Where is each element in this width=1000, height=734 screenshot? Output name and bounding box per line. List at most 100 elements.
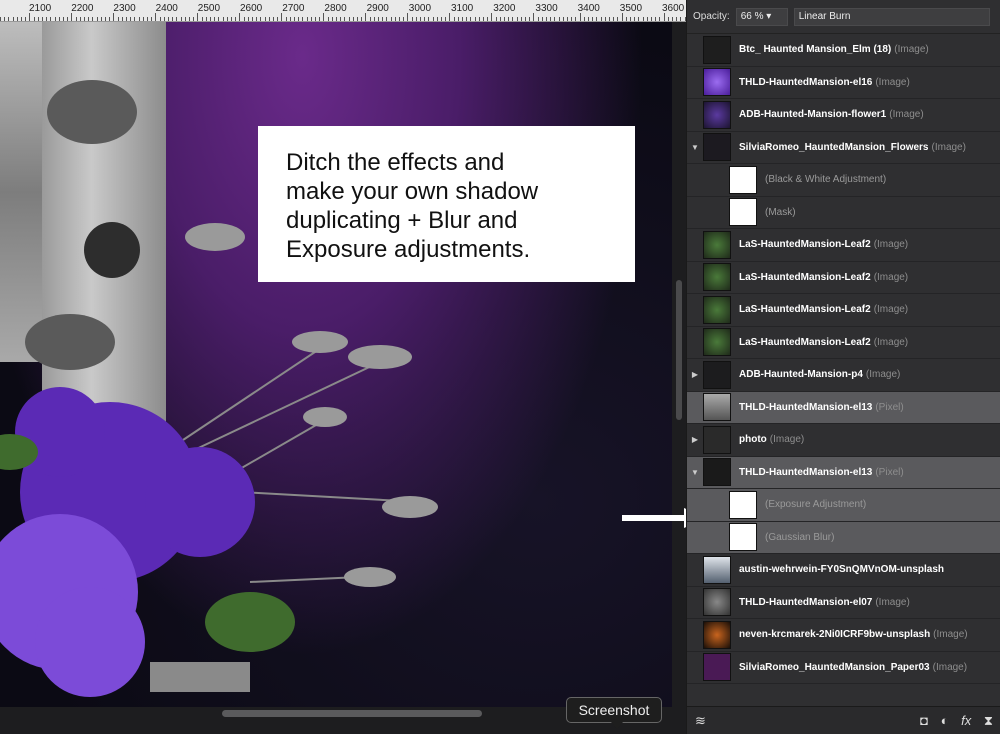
layer-row[interactable]: LaS-HauntedMansion-Leaf2 (Image) xyxy=(687,229,1000,262)
layer-row[interactable]: ▶ photo (Image) xyxy=(687,424,1000,457)
ruler-tick xyxy=(453,17,455,21)
layer-row[interactable]: THLD-HauntedMansion-el16 (Image) xyxy=(687,67,1000,99)
layer-name: LaS-HauntedMansion-Leaf2 (Image) xyxy=(739,272,908,283)
expand-toggle-icon[interactable]: ▶ xyxy=(687,435,703,444)
layer-row[interactable]: LaS-HauntedMansion-Leaf2 (Image) xyxy=(687,262,1000,294)
ruler-tick xyxy=(357,17,358,21)
layer-row[interactable]: THLD-HauntedMansion-el13 (Pixel) xyxy=(687,391,1000,424)
layer-thumbnail xyxy=(703,328,731,357)
adjustment-icon[interactable]: ◐ xyxy=(941,713,949,728)
layer-row[interactable]: ▼ THLD-HauntedMansion-el13 (Pixel) xyxy=(687,456,1000,489)
layer-row[interactable]: LaS-HauntedMansion-Leaf2 (Image) xyxy=(687,327,1000,359)
ruler-tick xyxy=(562,17,564,21)
layer-row[interactable]: ▶ ADB-Haunted-Mansion-p4 (Image) xyxy=(687,359,1000,392)
ruler-tick xyxy=(676,17,678,21)
blend-mode-select[interactable]: Linear Burn xyxy=(793,7,990,26)
ruler-tick xyxy=(172,17,174,21)
document-canvas[interactable]: Ditch the effects and make your own shad… xyxy=(0,22,672,707)
layer-name-text: Btc_ Haunted Mansion_Elm (18) xyxy=(739,44,892,56)
layer-name: photo (Image) xyxy=(739,434,804,445)
layer-name-text: austin-wehrwein-FY0SnQMVnOM-unsplash xyxy=(739,564,945,576)
expand-toggle-icon[interactable]: ▼ xyxy=(687,143,703,152)
layer-row[interactable]: ADB-Haunted-Mansion-flower1 (Image) xyxy=(687,99,1000,132)
ruler-tick xyxy=(340,17,342,21)
layer-name: (Black & White Adjustment) xyxy=(765,174,889,185)
ruler-tick xyxy=(121,17,123,21)
ruler-tick xyxy=(659,17,661,21)
ruler-label: 3000 xyxy=(408,3,432,14)
ruler-tick xyxy=(470,17,472,21)
layer-thumbnail xyxy=(703,425,731,454)
ruler-tick xyxy=(432,17,434,21)
layer-thumbnail xyxy=(703,588,731,617)
ruler-tick xyxy=(428,17,430,21)
layer-row[interactable]: ▼ SilviaRomeo_HauntedMansion_Flowers (Imag… xyxy=(687,132,1000,164)
ruler-tick xyxy=(294,17,295,21)
ruler-tick xyxy=(554,17,556,21)
ruler-label: 2300 xyxy=(113,3,136,14)
layer-options-bar: Opacity: 66 % ▾ Linear Burn xyxy=(687,0,1000,34)
fx-icon[interactable]: fx xyxy=(961,713,971,728)
ruler-tick xyxy=(58,17,60,21)
ruler-tick xyxy=(600,17,602,21)
ruler-tick xyxy=(298,17,300,21)
ruler-tick xyxy=(621,13,623,21)
ruler-label: 3500 xyxy=(619,3,643,14)
ruler-tick xyxy=(105,17,106,21)
ruler-tick xyxy=(71,13,73,21)
ruler-tick xyxy=(441,17,442,21)
expand-toggle-icon[interactable]: ▼ xyxy=(687,468,703,477)
filter-icon[interactable]: ⧗ xyxy=(984,713,993,728)
layer-name-text: THLD-HauntedMansion-el13 xyxy=(739,466,873,478)
ruler-tick xyxy=(466,17,468,21)
layer-name-text: (Exposure Adjustment) xyxy=(765,499,867,511)
vertical-scrollbar[interactable] xyxy=(676,280,682,420)
layer-thumbnail xyxy=(703,263,731,292)
layer-child-row[interactable]: (Mask) xyxy=(687,197,1000,229)
expand-toggle-icon[interactable]: ▶ xyxy=(687,370,703,379)
layer-child-row[interactable]: (Black & White Adjustment) xyxy=(687,164,1000,197)
ruler-tick xyxy=(268,17,270,21)
horizontal-scrollbar[interactable] xyxy=(222,710,482,717)
layers-icon[interactable]: ≋ xyxy=(695,713,706,729)
layer-row[interactable]: THLD-HauntedMansion-el07 (Image) xyxy=(687,587,1000,619)
ruler-tick xyxy=(403,17,405,21)
layer-name: THLD-HauntedMansion-el07 (Image) xyxy=(739,597,910,608)
layer-type: (Image) xyxy=(769,434,805,446)
layer-name: SilviaRomeo_HauntedMansion_Flowers (Image… xyxy=(739,142,966,153)
layer-name-text: THLD-HauntedMansion-el13 xyxy=(739,401,873,413)
ruler-tick xyxy=(415,17,417,21)
layer-row[interactable]: austin-wehrwein-FY0SnQMVnOM-unsplash xyxy=(687,554,1000,587)
canvas-area[interactable]: 2100 2200 2300 2400 2500 2600 2700 2800 2900 3000… xyxy=(0,0,686,734)
ruler-tick xyxy=(147,17,148,21)
layer-list: Btc_ Haunted Mansion_Elm (18) (Image) THLD… xyxy=(687,34,1000,684)
ruler-tick xyxy=(75,17,77,21)
annotation-line: duplicating + Blur and xyxy=(286,207,518,234)
ruler-tick xyxy=(411,17,413,21)
opacity-label: Opacity: xyxy=(693,11,730,22)
ruler-tick xyxy=(550,17,552,21)
layer-row[interactable]: SilviaRomeo_HauntedMansion_Paper03 (Image… xyxy=(687,652,1000,684)
ruler-tick xyxy=(378,17,379,21)
layer-row[interactable]: Btc_ Haunted Mansion_Elm (18) (Image) xyxy=(687,34,1000,67)
layer-row[interactable]: LaS-HauntedMansion-Leaf2 (Image) xyxy=(687,294,1000,327)
annotation-line: Ditch the effects and xyxy=(286,149,505,176)
layer-type: (Image) xyxy=(875,76,910,88)
screenshot-tooltip: Screenshot xyxy=(566,697,662,729)
mask-icon[interactable]: ◘ xyxy=(920,713,928,728)
horizontal-ruler: 2100 2200 2300 2400 2500 2600 2700 2800 2900 3000… xyxy=(0,0,686,22)
ruler-label: 2400 xyxy=(155,3,178,14)
ruler-tick xyxy=(583,17,585,21)
layer-thumbnail xyxy=(729,198,757,227)
ruler-tick xyxy=(420,17,421,21)
ruler-tick xyxy=(361,17,363,21)
ruler-tick xyxy=(667,17,669,21)
ruler-tick xyxy=(239,13,241,21)
layer-row[interactable]: neven-krcmarek-2Ni0ICRF9bw-unsplash (Imag… xyxy=(687,619,1000,652)
ruler-tick xyxy=(541,17,543,21)
layer-child-row[interactable]: (Gaussian Blur) xyxy=(687,521,1000,554)
layer-child-row[interactable]: (Exposure Adjustment) xyxy=(687,489,1000,522)
ruler-tick xyxy=(235,17,237,21)
ruler-tick xyxy=(4,17,6,21)
opacity-input[interactable]: 66 % ▾ xyxy=(735,7,788,26)
